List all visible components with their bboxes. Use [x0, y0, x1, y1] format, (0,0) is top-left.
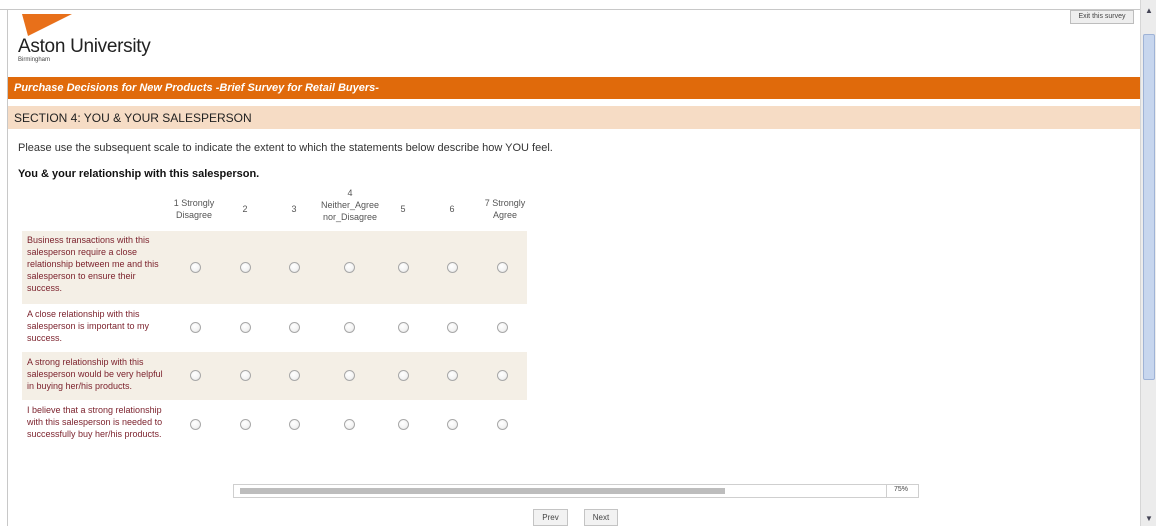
statement-row-2: A close relationship with this salespers… [22, 304, 527, 352]
scale-header-7: 7 Strongly Agree [477, 197, 533, 221]
section-title: SECTION 4: YOU & YOUR SALESPERSON [8, 106, 1140, 129]
radio-option-6[interactable] [447, 419, 458, 430]
progress-bar: 75% [233, 484, 919, 498]
radio-option-6[interactable] [447, 322, 458, 333]
scale-header-text: 5 [400, 204, 406, 214]
university-city: Birmingham [18, 57, 51, 63]
statement-line: salesperson is important to my [27, 321, 150, 331]
next-button[interactable]: Next [584, 509, 618, 526]
scale-header-text: 4 [347, 188, 353, 198]
statement-line: success. [27, 333, 63, 343]
radio-option-5[interactable] [398, 419, 409, 430]
scale-header-text: Disagree [175, 210, 213, 220]
statement-label: A strong relationship with this salesper… [27, 356, 172, 392]
radio-option-4[interactable] [344, 262, 355, 273]
statement-line: salesperson would be very helpful [27, 369, 163, 379]
statement-label: A close relationship with this salespers… [27, 308, 172, 344]
statement-line: salesperson to ensure their [27, 271, 136, 281]
statement-label: I believe that a strong relationship wit… [27, 404, 172, 440]
radio-option-4[interactable] [344, 419, 355, 430]
radio-option-1[interactable] [190, 419, 201, 430]
vertical-scrollbar[interactable]: ▲ ▼ [1140, 0, 1156, 526]
scale-header-text: Neither_Agree [320, 200, 380, 210]
scale-header-text: 7 Strongly [484, 198, 526, 208]
radio-option-2[interactable] [240, 322, 251, 333]
radio-option-7[interactable] [497, 322, 508, 333]
radio-option-2[interactable] [240, 370, 251, 381]
statement-row-3: A strong relationship with this salesper… [22, 352, 527, 400]
scale-header-text: 3 [291, 204, 297, 214]
radio-option-4[interactable] [344, 322, 355, 333]
radio-option-3[interactable] [289, 419, 300, 430]
scroll-up-icon[interactable]: ▲ [1144, 6, 1154, 16]
progress-percent: 75% [894, 486, 909, 493]
statement-line: I believe that a strong relationship [27, 405, 162, 415]
radio-option-2[interactable] [240, 419, 251, 430]
statement-line: success. [27, 283, 63, 293]
statement-line: A close relationship with this [27, 309, 140, 319]
scale-header-1: 1 Strongly Disagree [169, 197, 219, 221]
radio-option-5[interactable] [398, 322, 409, 333]
radio-option-5[interactable] [398, 370, 409, 381]
radio-option-3[interactable] [289, 262, 300, 273]
radio-option-3[interactable] [289, 322, 300, 333]
radio-option-7[interactable] [497, 262, 508, 273]
progress-divider [886, 485, 887, 497]
scroll-thumb[interactable] [1143, 34, 1155, 380]
progress-fill [240, 488, 725, 494]
radio-option-7[interactable] [497, 419, 508, 430]
statement-line: Business transactions with this [27, 235, 150, 245]
radio-option-1[interactable] [190, 262, 201, 273]
statement-line: relationship between me and this [27, 259, 159, 269]
scale-header-5: 5 [393, 203, 413, 215]
survey-title: Purchase Decisions for New Products -Bri… [8, 77, 1140, 99]
radio-option-3[interactable] [289, 370, 300, 381]
statement-row-4: I believe that a strong relationship wit… [22, 400, 527, 450]
logo-triangle-icon [22, 14, 72, 36]
statement-line: salesperson require a close [27, 247, 138, 257]
radio-option-7[interactable] [497, 370, 508, 381]
top-divider [0, 9, 1140, 10]
radio-option-1[interactable] [190, 322, 201, 333]
radio-option-1[interactable] [190, 370, 201, 381]
exit-survey-button[interactable]: Exit this survey [1070, 10, 1134, 24]
scale-header-text: 1 Strongly [173, 198, 215, 208]
radio-option-6[interactable] [447, 262, 458, 273]
statement-line: with this salesperson is needed to [27, 417, 163, 427]
statement-label: Business transactions with this salesper… [27, 234, 172, 294]
statement-line: in buying her/his products. [27, 381, 133, 391]
question-heading: You & your relationship with this salesp… [18, 168, 260, 180]
university-name: Aston University [18, 36, 151, 57]
statement-row-1: Business transactions with this salesper… [22, 231, 527, 304]
statement-line: successfully buy her/his products. [27, 429, 162, 439]
radio-option-6[interactable] [447, 370, 458, 381]
scale-header-3: 3 [284, 203, 304, 215]
instructions-text: Please use the subsequent scale to indic… [18, 142, 553, 154]
radio-option-4[interactable] [344, 370, 355, 381]
scale-header-2: 2 [235, 203, 255, 215]
scale-header-6: 6 [442, 203, 462, 215]
scale-header-text: 2 [242, 204, 248, 214]
scale-header-text: Agree [492, 210, 518, 220]
scale-header-text: 6 [449, 204, 455, 214]
scale-header-text: nor_Disagree [322, 212, 378, 222]
scale-header-4: 4 Neither_Agree nor_Disagree [315, 187, 385, 223]
prev-button[interactable]: Prev [533, 509, 568, 526]
aston-logo: Aston University Birmingham [18, 14, 158, 64]
scroll-down-icon[interactable]: ▼ [1144, 514, 1154, 524]
radio-option-2[interactable] [240, 262, 251, 273]
statement-line: A strong relationship with this [27, 357, 144, 367]
radio-option-5[interactable] [398, 262, 409, 273]
survey-page: Aston University Birmingham Exit this su… [0, 0, 1140, 526]
